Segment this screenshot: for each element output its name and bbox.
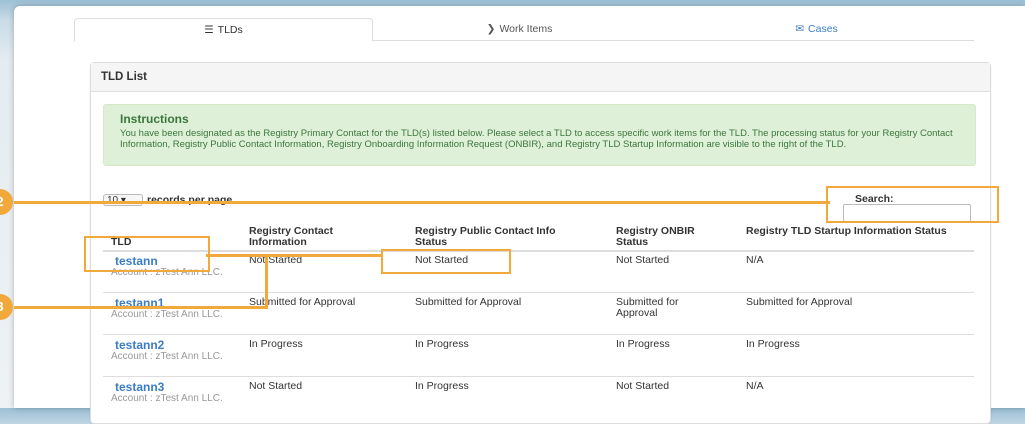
contact-status: Not Started (249, 380, 303, 392)
tld-link[interactable]: testann3 (115, 380, 164, 394)
row-divider (103, 376, 974, 377)
callout-badge-2: 2 (0, 189, 13, 215)
callout-box-search (826, 186, 999, 223)
tab-label: TLDs (217, 24, 243, 36)
tab-work-items[interactable]: ❯ Work Items (371, 18, 668, 40)
tab-tlds[interactable]: ☰ TLDs (74, 18, 373, 42)
list-icon: ☰ (204, 24, 214, 36)
panel-title: TLD List (91, 63, 990, 92)
envelope-icon: ✉ (795, 23, 805, 35)
col-header-onbir[interactable]: Registry ONBIR Status (616, 226, 726, 248)
col-header-contact[interactable]: Registry Contact Information (249, 226, 389, 248)
public-status: In Progress (415, 380, 469, 392)
col-header-startup[interactable]: Registry TLD Startup Information Status (746, 226, 976, 237)
callout-box-tld (84, 236, 210, 272)
startup-status: N/A (746, 254, 764, 266)
row-divider (103, 292, 974, 293)
chevron-right-icon: ❯ (486, 23, 496, 35)
row-divider (103, 334, 974, 335)
contact-status: In Progress (249, 338, 303, 350)
onbir-status: Not Started (616, 380, 670, 392)
instructions-heading: Instructions (120, 112, 189, 126)
col-header-public[interactable]: Registry Public Contact Info Status (415, 226, 590, 248)
startup-status: In Progress (746, 338, 800, 350)
onbir-status: Submitted for Approval (616, 296, 679, 319)
instructions-text: You have been designated as the Registry… (120, 128, 953, 150)
account-text: Account : zTest Ann LLC. (111, 393, 223, 404)
callout-line-search (14, 201, 830, 204)
tab-bar: ☰ TLDs ❯ Work Items ✉ Cases (74, 18, 974, 42)
account-text: Account : zTest Ann LLC. (111, 351, 223, 362)
tab-label: Work Items (499, 23, 553, 35)
callout-line-vertical (265, 254, 268, 309)
public-status: Submitted for Approval (415, 296, 522, 308)
callout-box-public-status (381, 249, 511, 274)
records-per-page-label: records per page (147, 194, 233, 206)
onbir-status: In Progress (616, 338, 670, 350)
callout-badge-3: 3 (0, 294, 13, 320)
header-divider (103, 250, 974, 252)
tld-link[interactable]: testann2 (115, 338, 164, 352)
onbir-status: Not Started (616, 254, 670, 266)
instructions-alert: Instructions You have been designated as… (103, 104, 976, 166)
callout-line-tld (14, 306, 268, 309)
account-text: Account : zTest Ann LLC. (111, 309, 223, 320)
startup-status: N/A (746, 380, 764, 392)
tab-label: Cases (808, 23, 838, 35)
startup-status: Submitted for Approval (746, 296, 853, 308)
public-status: In Progress (415, 338, 469, 350)
tld-list-panel: TLD List Instructions You have been desi… (90, 62, 991, 424)
tab-cases[interactable]: ✉ Cases (668, 18, 965, 40)
callout-line-tld-to-status (206, 254, 383, 257)
